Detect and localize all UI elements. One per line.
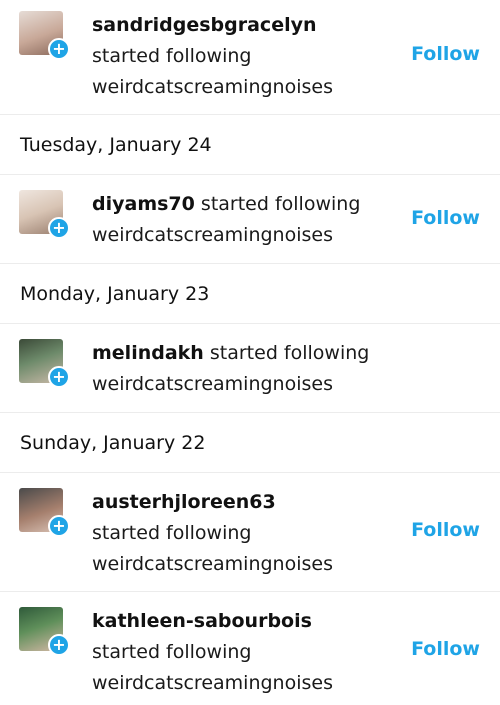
activity-feed: + sandridgesbgracelyn started following … (0, 0, 500, 705)
date-header: Monday, January 23 (0, 264, 500, 324)
follow-plus-icon[interactable]: + (48, 515, 70, 537)
target-blog[interactable]: weirdcatscreamingnoises (92, 553, 333, 575)
action-text: started following (92, 45, 252, 67)
follow-plus-icon[interactable]: + (48, 634, 70, 656)
action-text: started following (209, 342, 370, 364)
date-header: Sunday, January 22 (0, 413, 500, 473)
date-label: Tuesday, January 24 (20, 133, 212, 156)
target-blog[interactable]: weirdcatscreamingnoises (92, 224, 333, 246)
date-label: Monday, January 23 (20, 282, 210, 305)
activity-item[interactable]: + austerhjloreen63 started following wei… (0, 473, 500, 592)
follow-plus-icon[interactable]: + (48, 38, 70, 60)
username[interactable]: kathleen-sabourbois (92, 610, 312, 632)
follow-plus-icon[interactable]: + (48, 366, 70, 388)
target-blog[interactable]: weirdcatscreamingnoises (92, 76, 333, 98)
username[interactable]: diyams70 (92, 193, 195, 215)
date-header: Tuesday, January 24 (0, 115, 500, 175)
activity-item[interactable]: + melindakh started following weirdcatsc… (0, 324, 500, 413)
activity-text: melindakh started following weirdcatscre… (92, 338, 392, 400)
activity-text: kathleen-sabourbois started following we… (92, 606, 392, 699)
username[interactable]: austerhjloreen63 (92, 491, 276, 513)
follow-plus-icon[interactable]: + (48, 217, 70, 239)
follow-button[interactable]: Follow (411, 638, 480, 660)
action-text: started following (200, 193, 361, 215)
activity-item[interactable]: + kathleen-sabourbois started following … (0, 592, 500, 705)
follow-button[interactable]: Follow (411, 43, 480, 65)
target-blog[interactable]: weirdcatscreamingnoises (92, 672, 333, 694)
action-text: started following (92, 522, 252, 544)
follow-button[interactable]: Follow (411, 519, 480, 541)
action-text: started following (92, 641, 252, 663)
target-blog[interactable]: weirdcatscreamingnoises (92, 373, 333, 395)
activity-text: diyams70 started following weirdcatscrea… (92, 189, 392, 251)
activity-item[interactable]: + diyams70 started following weirdcatscr… (0, 175, 500, 264)
activity-text: austerhjloreen63 started following weird… (92, 487, 392, 580)
date-label: Sunday, January 22 (20, 431, 206, 454)
activity-item[interactable]: + sandridgesbgracelyn started following … (0, 0, 500, 115)
username[interactable]: sandridgesbgracelyn (92, 14, 317, 36)
username[interactable]: melindakh (92, 342, 204, 364)
follow-button[interactable]: Follow (411, 207, 480, 229)
activity-text: sandridgesbgracelyn started following we… (92, 10, 392, 103)
